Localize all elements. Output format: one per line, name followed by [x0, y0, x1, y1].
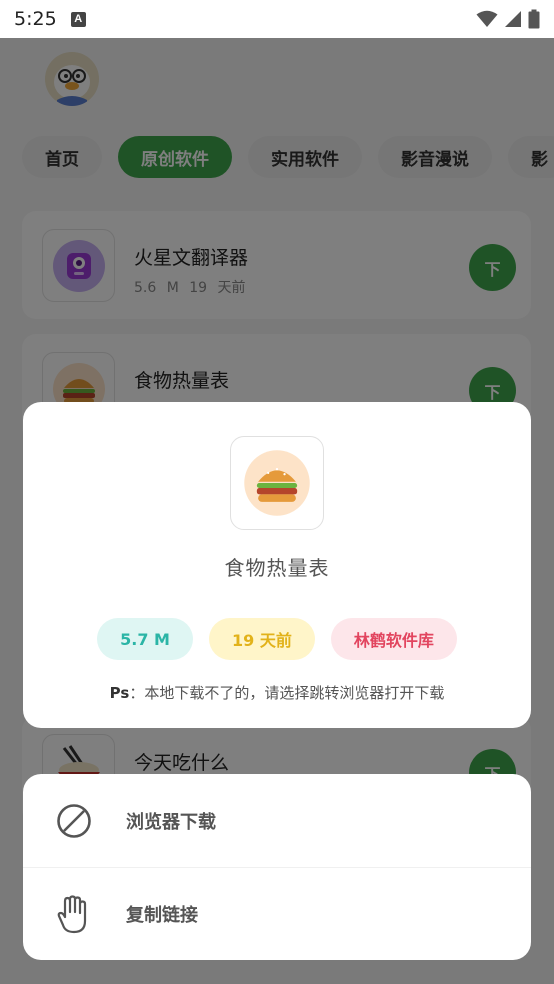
copy-link-label: 复制链接	[126, 905, 198, 926]
burger-icon	[244, 450, 310, 516]
status-time: 5:25	[14, 8, 57, 30]
note-prefix: Ps	[109, 684, 130, 702]
signal-icon	[505, 11, 521, 27]
note-text: ：本地下载不了的，请选择跳转浏览器打开下载	[129, 684, 445, 702]
status-indicators	[476, 9, 540, 29]
status-bar: 5:25 A	[0, 0, 554, 38]
wifi-icon	[476, 10, 498, 27]
download-note: Ps：本地下载不了的，请选择跳转浏览器打开下载	[23, 682, 531, 703]
source-tag: 林鹤软件库	[330, 618, 457, 660]
app-icon	[230, 436, 324, 530]
dialog-app-title: 食物热量表	[224, 556, 330, 580]
browser-download-option[interactable]: 浏览器下载	[23, 774, 531, 867]
hand-icon	[55, 895, 93, 934]
browser-download-label: 浏览器下载	[126, 811, 216, 833]
no-entry-icon	[55, 802, 93, 840]
updated-tag: 19 天前	[208, 618, 315, 660]
download-action-sheet: 浏览器下载 复制链接	[23, 774, 531, 960]
app-tags: 5.7 M 19 天前 林鹤软件库	[23, 618, 531, 660]
app-info-dialog: 食物热量表 5.7 M 19 天前 林鹤软件库 Ps：本地下载不了的，请选择跳转…	[23, 402, 531, 728]
notification-icon: A	[70, 11, 86, 27]
battery-icon	[528, 9, 540, 29]
size-tag: 5.7 M	[97, 618, 193, 660]
copy-link-option[interactable]: 复制链接	[23, 867, 531, 960]
